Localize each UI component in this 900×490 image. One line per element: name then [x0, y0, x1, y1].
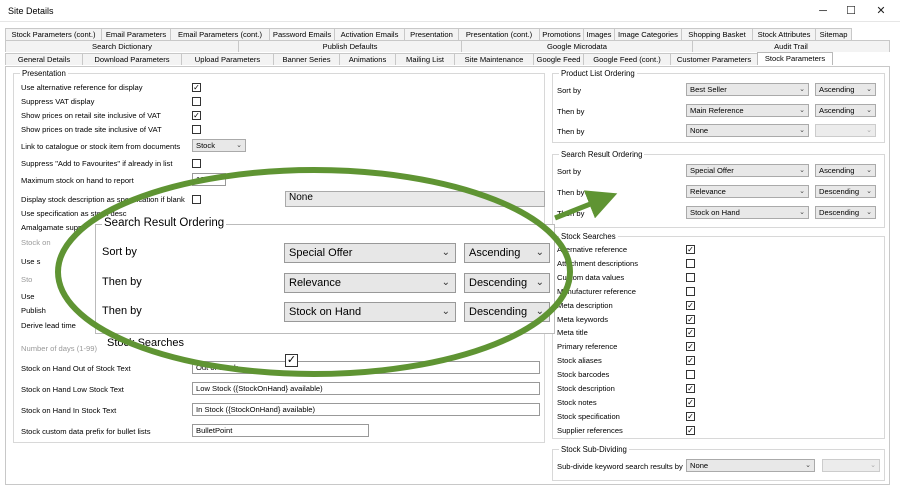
callout-ellipse [55, 167, 573, 377]
callout-arrow [554, 190, 618, 221]
callout-annotation [55, 167, 618, 377]
